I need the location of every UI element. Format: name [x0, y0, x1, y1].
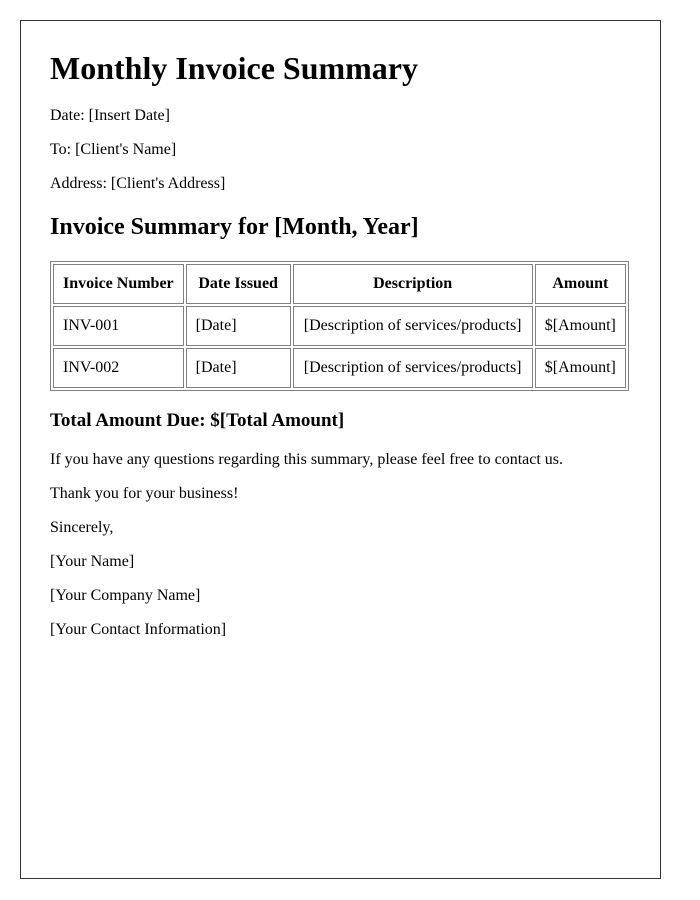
cell-date-issued: [Date]: [185, 348, 291, 388]
invoice-table: Invoice Number Date Issued Description A…: [50, 261, 629, 391]
invoice-page: Monthly Invoice Summary Date: [Insert Da…: [20, 20, 661, 879]
table-row: INV-001 [Date] [Description of services/…: [53, 306, 626, 346]
address-line: Address: [Client's Address]: [50, 175, 226, 192]
total-amount-due: Total Amount Due: $[Total Amount]: [50, 410, 345, 431]
cell-date-issued: [Date]: [185, 306, 291, 346]
header-date-issued: Date Issued: [185, 264, 291, 304]
table-row: INV-002 [Date] [Description of services/…: [53, 348, 626, 388]
section-heading: Invoice Summary for [Month, Year]: [50, 214, 419, 240]
header-description: Description: [292, 264, 533, 304]
thanks-text: Thank you for your business!: [50, 485, 239, 502]
cell-invoice-number: INV-002: [53, 348, 184, 388]
sender-name: [Your Name]: [50, 553, 135, 570]
recipient-line: To: [Client's Name]: [50, 141, 177, 158]
cell-description: [Description of services/products]: [292, 348, 533, 388]
sender-company: [Your Company Name]: [50, 587, 201, 604]
sender-contact-info: [Your Contact Information]: [50, 621, 227, 638]
cell-amount: $[Amount]: [534, 348, 626, 388]
cell-amount: $[Amount]: [534, 306, 626, 346]
table-header-row: Invoice Number Date Issued Description A…: [53, 264, 626, 304]
cell-description: [Description of services/products]: [292, 306, 533, 346]
header-amount: Amount: [534, 264, 626, 304]
cell-invoice-number: INV-001: [53, 306, 184, 346]
questions-text: If you have any questions regarding this…: [50, 451, 564, 468]
page-title: Monthly Invoice Summary: [50, 50, 418, 86]
header-invoice-number: Invoice Number: [53, 264, 184, 304]
sign-off-text: Sincerely,: [50, 519, 114, 536]
date-line: Date: [Insert Date]: [50, 107, 170, 124]
